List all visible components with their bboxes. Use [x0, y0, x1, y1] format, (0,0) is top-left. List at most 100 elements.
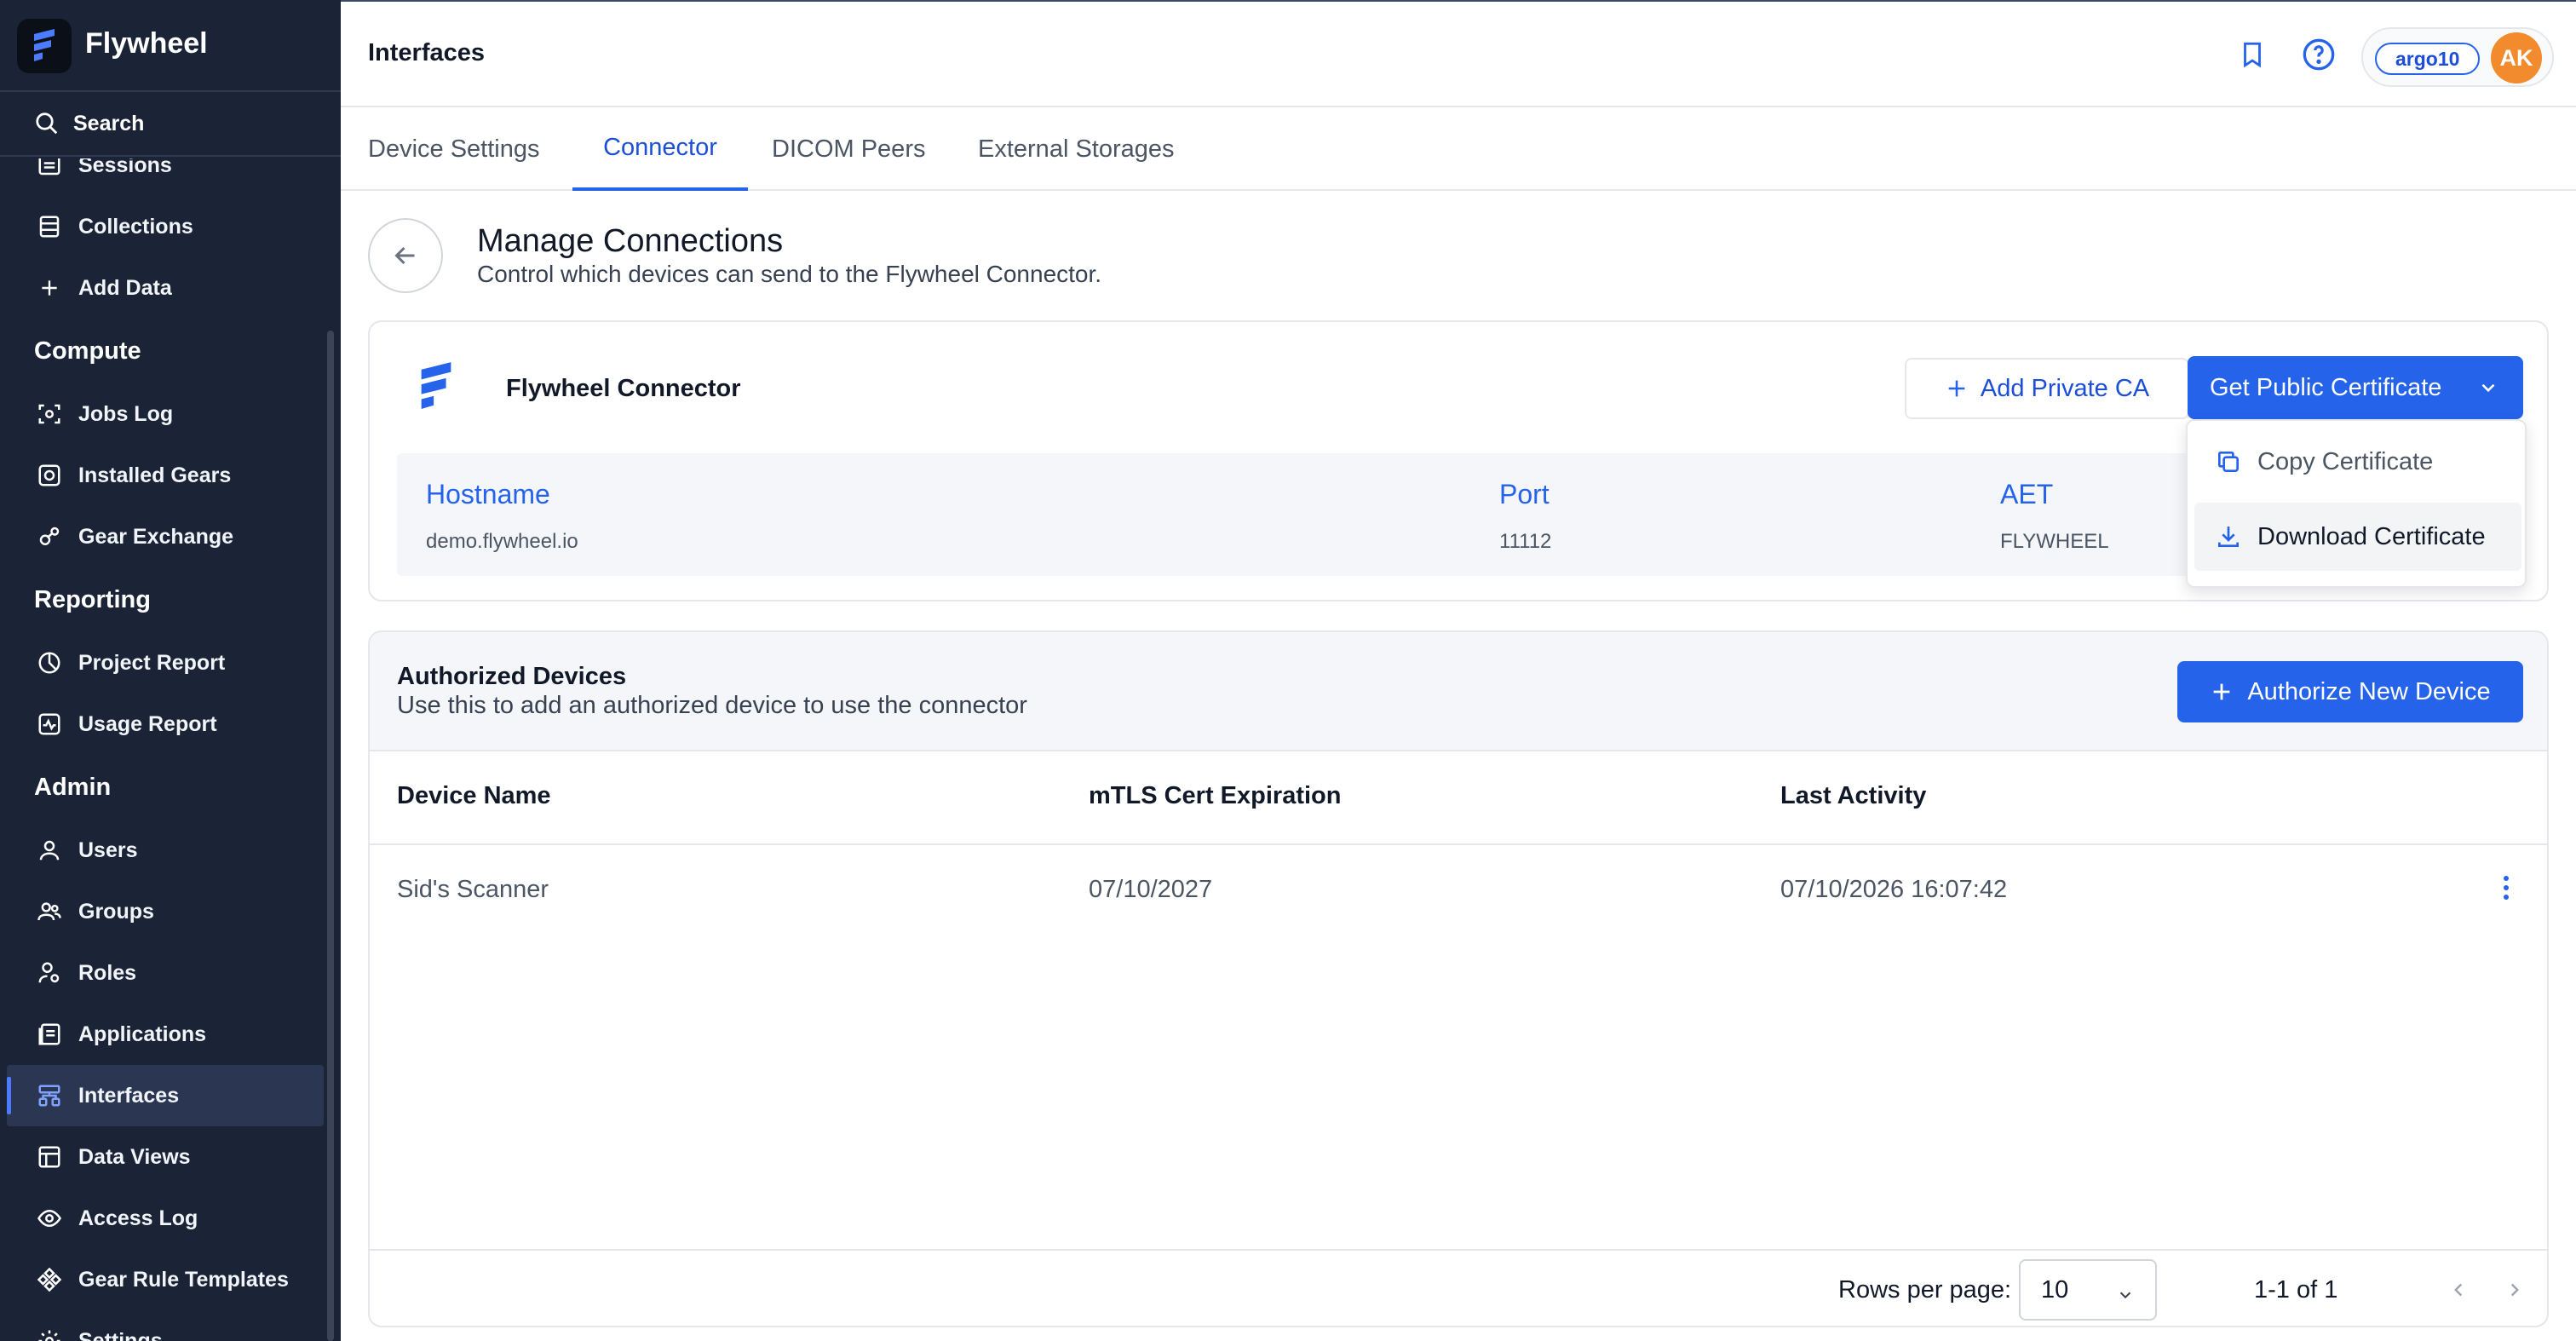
sidebar-item-label: Interfaces [78, 1083, 180, 1108]
copy-certificate-item[interactable]: Copy Certificate [2194, 428, 2521, 496]
column-device-name[interactable]: Device Name [397, 782, 551, 810]
row-actions-icon[interactable] [2496, 871, 2516, 905]
sidebar-item-project-report[interactable]: Project Report [0, 632, 324, 694]
sidebar-item-label: Collections [78, 214, 193, 239]
sidebar-item-data-views[interactable]: Data Views [0, 1126, 324, 1188]
sidebar-item-label: Groups [78, 899, 154, 924]
authorize-new-device-button[interactable]: Authorize New Device [2177, 661, 2523, 722]
cell-last-activity: 07/10/2026 16:07:42 [1780, 876, 2008, 903]
sessions-icon [34, 158, 65, 181]
collections-icon [34, 211, 65, 242]
sidebar-item-label: Data Views [78, 1144, 191, 1169]
sidebar-item-users[interactable]: Users [0, 820, 324, 881]
project-report-icon [34, 647, 65, 678]
sidebar-item-label: Settings [78, 1328, 163, 1341]
sidebar-item-label: Gear Rule Templates [78, 1267, 289, 1292]
sidebar-section-admin: Admin [34, 773, 112, 801]
aet-value: FLYWHEEL [2000, 530, 2109, 553]
pagination-range: 1-1 of 1 [2254, 1276, 2338, 1304]
tab-connector[interactable]: Connector [572, 107, 748, 191]
flywheel-connector-logo-icon [414, 361, 458, 412]
sidebar-item-label: Installed Gears [78, 463, 232, 487]
hostname-label: Hostname [426, 479, 550, 509]
sidebar-item-groups[interactable]: Groups [0, 881, 324, 942]
previous-page-icon[interactable] [2443, 1275, 2474, 1305]
authorized-devices-card: Authorized Devices Use this to add an au… [368, 630, 2549, 1327]
sidebar-item-label: Roles [78, 960, 137, 985]
back-button[interactable] [368, 218, 443, 293]
sidebar-item-settings[interactable]: Settings [0, 1310, 324, 1341]
cell-mtls-cert-expiration: 07/10/2027 [1089, 876, 1213, 903]
user-icon [34, 835, 65, 866]
sidebar-search[interactable]: Search [0, 92, 341, 157]
top-bar: Interfaces argo10 AK [341, 0, 2576, 107]
manage-subtitle: Control which devices can send to the Fl… [477, 261, 1102, 287]
tab-external-storages[interactable]: External Storages [978, 107, 1175, 191]
rows-per-page-select[interactable]: 10 [2019, 1259, 2157, 1321]
manage-title: Manage Connections [477, 223, 784, 259]
sidebar-search-label: Search [73, 111, 145, 135]
user-tag[interactable]: argo10 [2375, 43, 2481, 75]
avatar[interactable]: AK [2491, 32, 2542, 83]
rows-per-page-label: Rows per page: [1838, 1276, 2012, 1304]
get-public-certificate-button[interactable]: Get Public Certificate [2188, 356, 2523, 419]
certificate-menu: Copy Certificate Download Certificate [2186, 419, 2527, 588]
sidebar-nav: Sessions Collections Add Data Compute Jo… [0, 158, 324, 1341]
sidebar-item-gear-exchange[interactable]: Gear Exchange [0, 506, 324, 567]
sidebar-item-interfaces[interactable]: Interfaces [7, 1065, 324, 1126]
sidebar-item-jobs-log[interactable]: Jobs Log [0, 383, 324, 445]
authorize-new-device-label: Authorize New Device [2247, 677, 2491, 705]
plus-icon [1945, 377, 1969, 400]
jobs-log-icon [34, 399, 65, 429]
sidebar-item-access-log[interactable]: Access Log [0, 1188, 324, 1249]
sidebar-scrollbar[interactable] [327, 331, 334, 1341]
hostname-value: demo.flywheel.io [426, 530, 578, 553]
add-private-ca-button[interactable]: Add Private CA [1905, 358, 2189, 419]
tab-device-settings[interactable]: Device Settings [368, 107, 540, 191]
column-last-activity[interactable]: Last Activity [1780, 782, 1926, 810]
table-pagination: Rows per page: 10 1-1 of 1 [370, 1249, 2547, 1326]
next-page-icon[interactable] [2499, 1275, 2530, 1305]
chevron-down-icon [2116, 1283, 2135, 1311]
groups-icon [34, 896, 65, 927]
sidebar-item-label: Users [78, 837, 138, 862]
sidebar: Flywheel Search Sessions Collections Add… [0, 0, 341, 1341]
download-certificate-item[interactable]: Download Certificate [2194, 503, 2521, 571]
sidebar-item-usage-report[interactable]: Usage Report [0, 694, 324, 755]
arrow-left-icon [390, 240, 421, 271]
sidebar-item-label: Usage Report [78, 711, 217, 736]
brand[interactable]: Flywheel [0, 0, 341, 92]
data-views-icon [34, 1142, 65, 1172]
help-icon[interactable] [2300, 36, 2337, 73]
sidebar-item-collections[interactable]: Collections [0, 196, 324, 257]
sidebar-item-gear-rule-templates[interactable]: Gear Rule Templates [0, 1249, 324, 1310]
sidebar-item-sessions[interactable]: Sessions [0, 158, 324, 196]
sidebar-item-label: Applications [78, 1022, 207, 1046]
header-divider [370, 843, 2547, 845]
bookmark-icon[interactable] [2234, 36, 2271, 73]
tab-dicom-peers[interactable]: DICOM Peers [772, 107, 925, 191]
port-value: 11112 [1499, 530, 1552, 553]
rows-per-page-value: 10 [2041, 1275, 2069, 1304]
add-private-ca-label: Add Private CA [1980, 374, 2150, 402]
sidebar-section-reporting: Reporting [34, 585, 151, 613]
sidebar-item-label: Gear Exchange [78, 524, 234, 549]
sidebar-item-add-data[interactable]: Add Data [0, 257, 324, 319]
aet-label: AET [2000, 479, 2054, 509]
chevron-down-icon [2477, 377, 2499, 406]
sidebar-item-installed-gears[interactable]: Installed Gears [0, 445, 324, 506]
user-menu[interactable]: argo10 AK [2361, 27, 2554, 87]
flywheel-logo-icon [17, 19, 72, 73]
sidebar-item-label: Access Log [78, 1206, 198, 1230]
download-icon [2215, 523, 2242, 550]
tab-bar: Device Settings Connector DICOM Peers Ex… [341, 107, 2576, 191]
devices-subtitle: Use this to add an authorized device to … [397, 692, 1027, 719]
interfaces-icon [34, 1080, 65, 1111]
port-label: Port [1499, 479, 1550, 509]
sidebar-item-label: Sessions [78, 158, 172, 177]
sidebar-item-applications[interactable]: Applications [0, 1004, 324, 1065]
roles-icon [34, 958, 65, 988]
column-mtls-cert-expiration[interactable]: mTLS Cert Expiration [1089, 782, 1342, 810]
sidebar-item-roles[interactable]: Roles [0, 942, 324, 1004]
sidebar-item-label: Add Data [78, 275, 172, 300]
